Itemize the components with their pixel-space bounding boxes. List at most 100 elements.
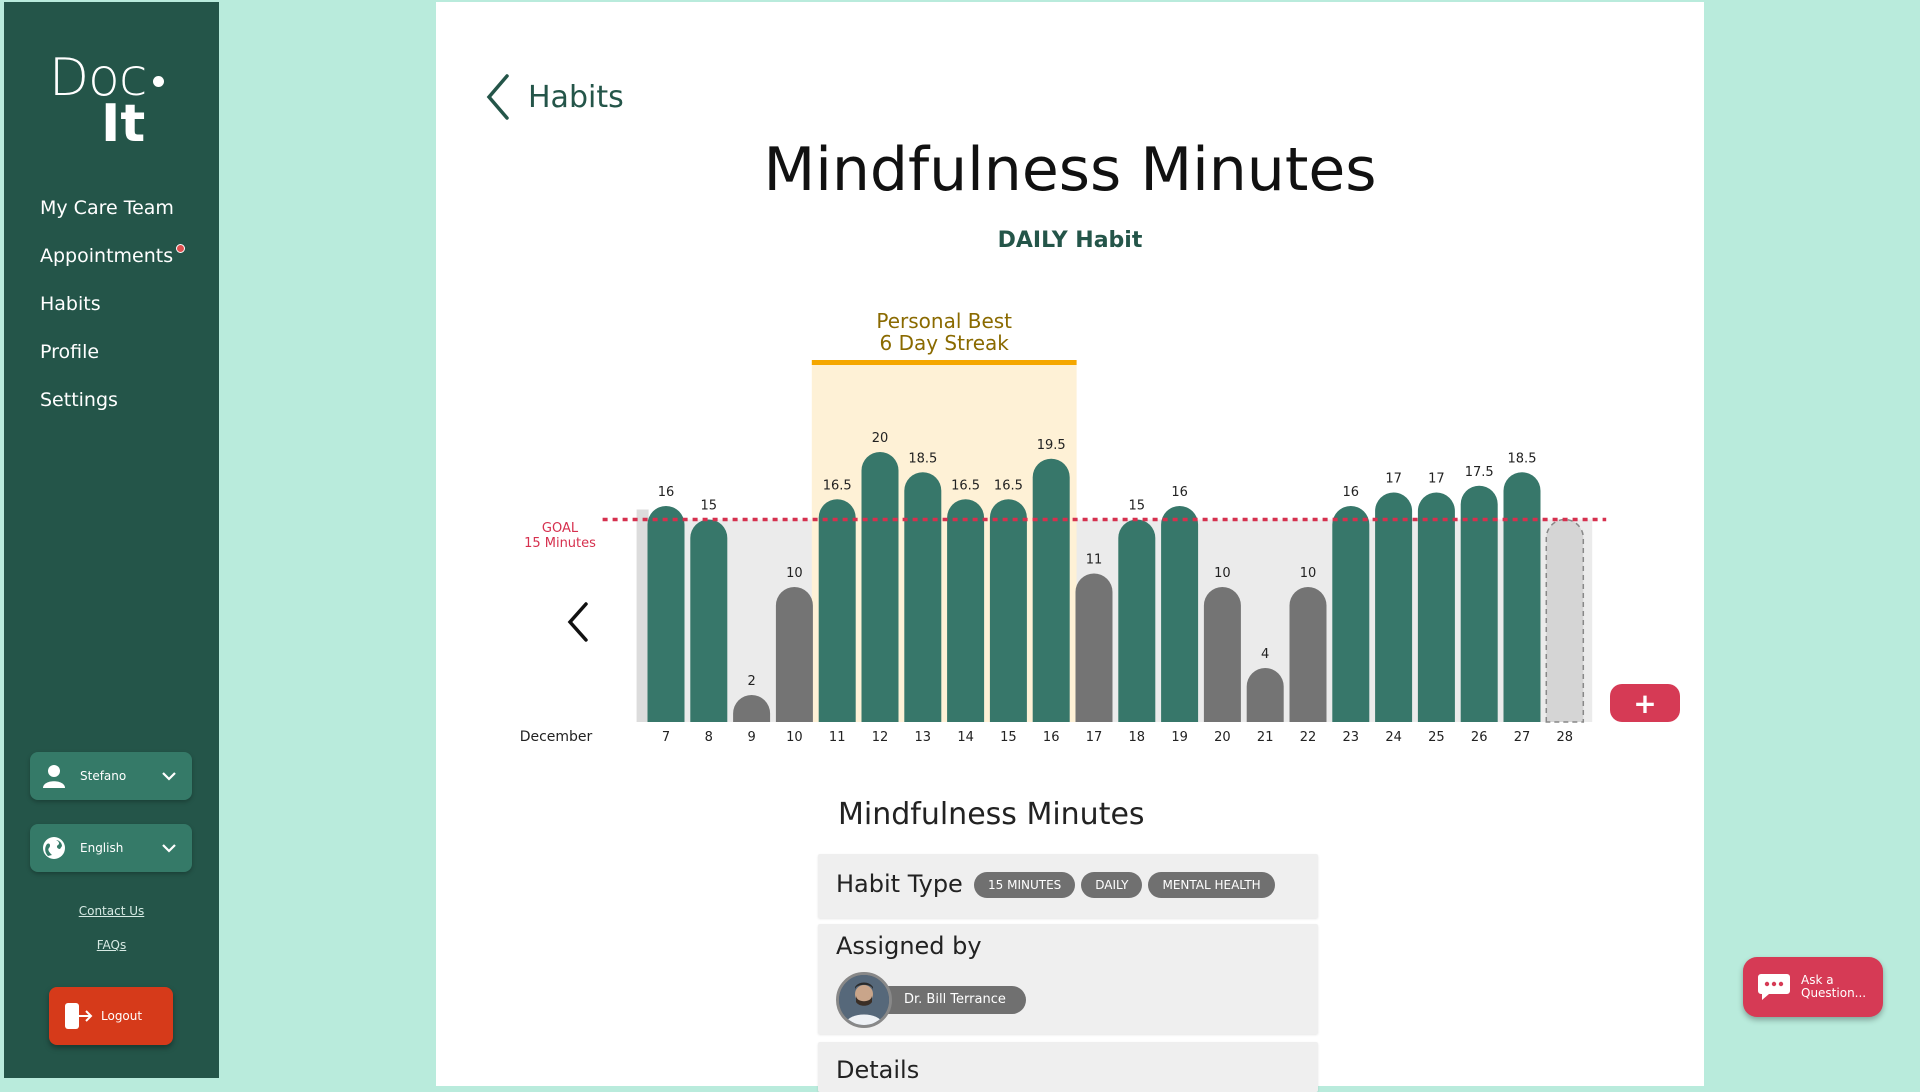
chart-bar: [1417, 492, 1455, 722]
chart-bar: [989, 499, 1027, 722]
contact-us-link[interactable]: Contact Us: [4, 904, 219, 918]
sidebar-item-settings[interactable]: Settings: [40, 376, 182, 424]
bar-value-label: 10: [1214, 566, 1231, 581]
sidebar-item-my-care-team[interactable]: My Care Team: [40, 184, 182, 232]
bar-value-label: 16.5: [951, 478, 980, 493]
bar-value-label: 16: [1343, 485, 1360, 500]
habit-chart: Personal Best6 Day Streak 16 7 15 8 2 9 10 10 16.…: [520, 309, 1607, 745]
bar-value-label: 11: [1086, 553, 1103, 568]
chevron-down-icon: [158, 771, 180, 781]
bar-value-label: 18.5: [908, 451, 937, 466]
x-tick-label: 11: [829, 730, 846, 745]
x-tick-label: 22: [1300, 730, 1317, 745]
page-title: Mindfulness Minutes: [763, 135, 1377, 205]
sidebar-item-profile[interactable]: Profile: [40, 328, 182, 376]
app-logo[interactable]: Doc It: [49, 52, 179, 162]
x-axis-label: December: [520, 729, 593, 745]
main-panel: Habits Mindfulness Minutes DAILY Habit P…: [436, 2, 1704, 1092]
bar-value-label: 16: [1171, 485, 1188, 500]
chart-bar: [690, 519, 728, 722]
doctor-avatar: [836, 972, 892, 1028]
logout-label: Logout: [101, 1009, 143, 1023]
chart-bar: [947, 499, 985, 722]
x-tick-label: 28: [1557, 730, 1574, 745]
logo-dot: [153, 76, 164, 87]
chart-bar: [1332, 506, 1370, 722]
tag-frequency: DAILY: [1081, 872, 1143, 898]
bar-value-label: 4: [1261, 647, 1269, 662]
x-tick-label: 12: [872, 730, 889, 745]
chart-bar: [1161, 506, 1199, 722]
x-tick-label: 25: [1428, 730, 1445, 745]
tag-minutes: 15 MINUTES: [974, 872, 1076, 898]
bar-value-label: 15: [1129, 499, 1146, 514]
doctor-chip[interactable]: Dr. Bill Terrance: [836, 972, 1026, 1028]
plus-icon: +: [1633, 686, 1657, 720]
chart-bar: [904, 472, 942, 722]
x-tick-label: 17: [1086, 730, 1103, 745]
x-tick-label: 16: [1043, 730, 1060, 745]
bar-value-label: 10: [1300, 566, 1317, 581]
sidebar-item-label: Profile: [40, 341, 100, 363]
chat-icon: [1757, 972, 1791, 1002]
details-label: Details: [836, 1056, 920, 1084]
habit-type-label: Habit Type: [836, 870, 963, 898]
back-to-habits[interactable]: Habits: [486, 74, 624, 120]
goal-label: GOAL: [542, 521, 579, 536]
sidebar-nav: My Care Team Appointments Habits Profile…: [40, 184, 186, 424]
bar-value-label: 19.5: [1037, 438, 1066, 453]
tag-category: MENTAL HEALTH: [1148, 872, 1275, 898]
assigned-by-label: Assigned by: [836, 932, 982, 960]
streak-line: [811, 360, 1077, 365]
ask-question-button[interactable]: Ask a Question...: [1743, 957, 1883, 1017]
bar-value-label: 10: [786, 566, 803, 581]
user-icon: [42, 764, 66, 788]
sidebar-item-appointments[interactable]: Appointments: [40, 232, 186, 280]
faqs-link[interactable]: FAQs: [4, 938, 219, 952]
bar-value-label: 17.5: [1465, 465, 1494, 480]
chevron-down-icon: [158, 843, 180, 853]
streak-subtitle: 6 Day Streak: [879, 331, 1009, 355]
x-tick-label: 8: [705, 730, 713, 745]
logout-button[interactable]: Logout: [49, 987, 173, 1045]
chevron-left-icon[interactable]: [567, 602, 588, 642]
chart-bar: [1545, 518, 1585, 723]
chart-bar: [1503, 472, 1541, 722]
ask-question-label: Ask a Question...: [1801, 973, 1867, 1000]
chart-bar: [1203, 587, 1241, 722]
logout-icon: [65, 1003, 93, 1029]
bar-value-label: 16: [658, 485, 675, 500]
chart-bar: [1118, 519, 1156, 722]
page-subtitle: DAILY Habit: [997, 228, 1143, 253]
x-tick-label: 21: [1257, 730, 1274, 745]
add-entry-button[interactable]: +: [1610, 684, 1680, 722]
back-label: Habits: [528, 79, 624, 115]
sidebar-item-label: Appointments: [40, 245, 174, 267]
x-tick-label: 13: [915, 730, 932, 745]
x-tick-label: 7: [662, 730, 670, 745]
x-tick-label: 14: [957, 730, 974, 745]
chart-bar: [1289, 587, 1327, 722]
globe-icon: [42, 836, 66, 860]
x-tick-label: 20: [1214, 730, 1231, 745]
logo-line-2: It: [101, 94, 146, 154]
chart-bar: [1375, 492, 1413, 722]
details-card: Details: [818, 1042, 1318, 1092]
x-tick-label: 18: [1129, 730, 1146, 745]
sidebar-item-label: My Care Team: [40, 197, 174, 219]
chart-bar: [1075, 573, 1113, 722]
habit-tags: 15 MINUTES DAILY MENTAL HEALTH: [974, 872, 1281, 898]
chart-bar: [1032, 458, 1070, 722]
user-select[interactable]: Stefano: [30, 752, 192, 800]
x-tick-label: 23: [1343, 730, 1360, 745]
sidebar-item-habits[interactable]: Habits: [40, 280, 182, 328]
user-name: Stefano: [80, 769, 127, 783]
sidebar-item-label: Habits: [40, 293, 101, 315]
language-label: English: [80, 841, 124, 855]
language-select[interactable]: English: [30, 824, 192, 872]
chart-bar: [818, 499, 856, 722]
bar-value-label: 20: [872, 431, 889, 446]
chart-bar: [775, 587, 813, 722]
x-tick-label: 26: [1471, 730, 1488, 745]
x-tick-label: 10: [786, 730, 803, 745]
